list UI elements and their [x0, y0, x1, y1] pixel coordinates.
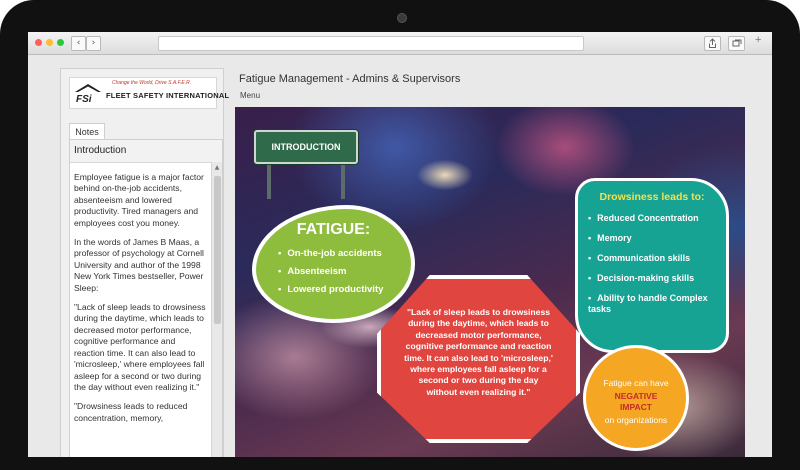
quote-text: "Lack of sleep leads to drowsiness durin…: [404, 307, 553, 397]
notes-body: Employee fatigue is a major factor behin…: [74, 172, 208, 432]
sidebar: FSi Change the World, Drive S.A.F.E.R. F…: [60, 68, 229, 457]
drowsiness-item: Memory: [588, 233, 724, 244]
impact-circle: Fatigue can have NEGATIVE IMPACT on orga…: [583, 345, 689, 451]
notes-paragraph: "Lack of sleep leads to drowsiness durin…: [74, 302, 206, 392]
fsi-logo-icon: FSi: [75, 84, 101, 104]
maximize-window-button[interactable]: [57, 39, 64, 46]
drowsiness-item: Ability to handle Complex tasks: [588, 293, 724, 315]
notes-panel: Introduction Employee fatigue is a major…: [69, 139, 223, 457]
fatigue-list: On-the-job accidents Absenteeism Lowered…: [278, 245, 383, 299]
logo-tagline: Change the World, Drive S.A.F.E.R.: [112, 80, 192, 86]
drowsiness-item: Decision-making skills: [588, 273, 724, 284]
course-player: FSi Change the World, Drive S.A.F.E.R. F…: [28, 55, 772, 457]
introduction-sign: INTRODUCTION: [254, 130, 358, 164]
notes-scrollbar[interactable]: ▲: [211, 162, 222, 457]
impact-text: Fatigue can have: [603, 378, 669, 388]
new-tab-icon[interactable]: +: [755, 34, 761, 46]
chevron-right-icon: ›: [91, 38, 96, 48]
drowsiness-title: Drowsiness leads to:: [599, 191, 705, 203]
laptop-screen: ‹ › + FSi Change the World, Drive S.A.F.…: [28, 32, 772, 457]
notes-heading-text: Introduction: [74, 145, 127, 156]
impact-highlight: NEGATIVE IMPACT: [586, 391, 686, 413]
fatigue-item: On-the-job accidents: [278, 245, 383, 263]
scroll-up-icon[interactable]: ▲: [212, 164, 222, 172]
logo-name: FLEET SAFETY INTERNATIONAL: [106, 91, 230, 100]
tabs-button[interactable]: [728, 36, 745, 51]
forward-button[interactable]: ›: [86, 36, 101, 51]
fatigue-bubble: FATIGUE: On-the-job accidents Absenteeis…: [252, 205, 415, 323]
share-icon: [709, 38, 716, 48]
back-button[interactable]: ‹: [71, 36, 86, 51]
svg-text:FSi: FSi: [76, 94, 92, 104]
impact-text: on organizations: [604, 415, 668, 425]
fatigue-title: FATIGUE:: [296, 221, 371, 238]
scroll-thumb[interactable]: [214, 176, 221, 324]
notes-heading: Introduction: [70, 140, 222, 163]
sign-post: [341, 159, 345, 199]
impact-impact: IMPACT: [620, 402, 652, 412]
close-window-button[interactable]: [35, 39, 42, 46]
sign-post: [267, 159, 271, 199]
slide-canvas: INTRODUCTION FATIGUE: On-the-job acciden…: [235, 107, 745, 457]
drowsiness-item: Reduced Concentration: [588, 213, 724, 224]
browser-toolbar: ‹ › +: [28, 32, 772, 55]
notes-paragraph: "Drowsiness leads to reduced concentrati…: [74, 401, 188, 423]
notes-paragraph: Employee fatigue is a major factor behin…: [74, 172, 204, 228]
notes-paragraph: In the words of James B Maas, a professo…: [74, 237, 204, 293]
chevron-left-icon: ‹: [76, 38, 81, 48]
webcam: [397, 13, 407, 23]
drowsiness-box: Drowsiness leads to: Reduced Concentrati…: [575, 178, 729, 353]
drowsiness-item: Communication skills: [588, 253, 724, 264]
menu-button[interactable]: Menu: [240, 91, 260, 100]
fatigue-item: Absenteeism: [278, 263, 383, 281]
course-title: Fatigue Management - Admins & Supervisor…: [239, 73, 461, 85]
fatigue-item: Lowered productivity: [278, 281, 383, 299]
address-bar[interactable]: [158, 36, 584, 51]
quote-hexagon: "Lack of sleep leads to drowsiness durin…: [377, 275, 580, 443]
minimize-window-button[interactable]: [46, 39, 53, 46]
tabs-icon: [732, 39, 742, 47]
company-logo: FSi Change the World, Drive S.A.F.E.R. F…: [69, 77, 229, 109]
impact-negative: NEGATIVE: [614, 391, 658, 401]
drowsiness-list: Reduced Concentration Memory Communicati…: [588, 213, 724, 324]
share-button[interactable]: [704, 36, 721, 51]
